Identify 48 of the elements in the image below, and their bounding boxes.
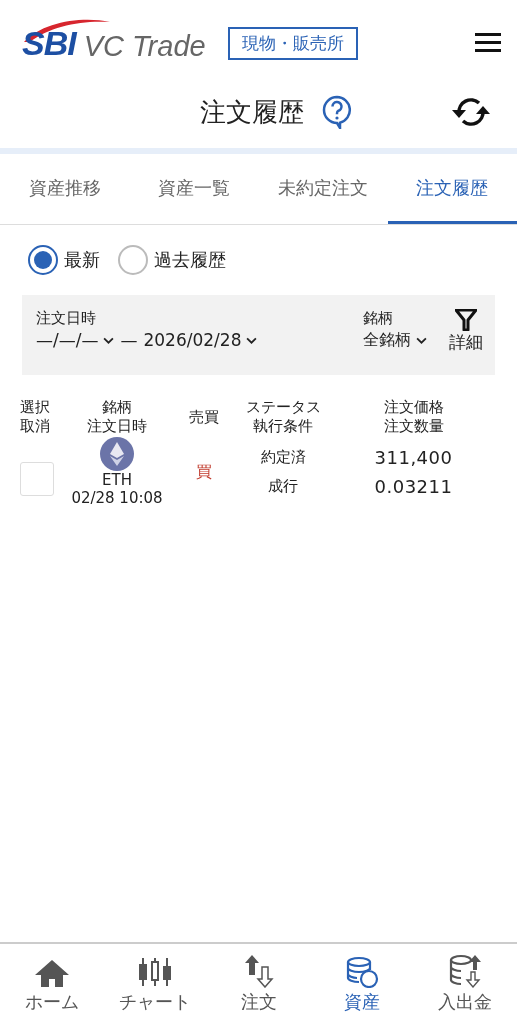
column-header: 選択 取消: [20, 397, 51, 437]
nav-item[interactable]: 入出金: [413, 944, 517, 1024]
column-header: 注文価格 注文数量: [382, 397, 445, 437]
help-icon[interactable]: [322, 95, 352, 129]
chevron-down-icon: [103, 336, 115, 344]
market-badge: 現物・販売所: [227, 26, 358, 60]
ethereum-coin-icon: [100, 437, 134, 471]
column-header: 売買: [188, 406, 220, 428]
cancel-checkbox[interactable]: [20, 462, 54, 496]
coins-icon: [344, 956, 379, 988]
date-label: 注文日時: [36, 309, 97, 328]
up-down-arrows-icon: [243, 954, 274, 988]
status-cell: 約定済: [260, 448, 306, 467]
tab[interactable]: 未約定注文: [258, 154, 388, 224]
quantity-cell: 0.03211: [374, 476, 453, 497]
tab[interactable]: 資産一覧: [129, 154, 259, 224]
detail-filter-button[interactable]: 詳細: [449, 309, 483, 354]
date-separator: —: [120, 330, 138, 350]
page-title: 注文履歴: [200, 95, 304, 129]
coins-arrows-icon: [448, 954, 483, 988]
chevron-down-icon: [246, 336, 258, 344]
condition-cell: 成行: [268, 477, 298, 496]
filter-icon: [455, 309, 477, 331]
tab[interactable]: 注文履歴: [387, 154, 517, 224]
symbol-cell: ETH: [102, 471, 132, 489]
nav-item[interactable]: 資産: [310, 944, 414, 1024]
logo-text: VC Trade: [83, 29, 206, 63]
column-header: ステータス 執行条件: [244, 397, 322, 437]
menu-icon[interactable]: [475, 33, 501, 53]
chevron-down-icon: [416, 337, 427, 344]
symbol-select[interactable]: 全銘柄: [363, 330, 427, 351]
symbol-label: 銘柄: [363, 309, 394, 328]
date-to-select[interactable]: 2026/02/28: [143, 330, 258, 350]
refresh-icon[interactable]: [451, 95, 491, 129]
period-radio[interactable]: 最新: [28, 245, 100, 275]
side-cell: 買: [196, 461, 212, 483]
nav-item[interactable]: チャート: [103, 944, 207, 1024]
tab[interactable]: 資産推移: [0, 154, 130, 224]
price-cell: 311,400: [374, 447, 453, 468]
logo-mark: SBI: [22, 23, 76, 63]
date-from-select[interactable]: —/—/—: [36, 330, 115, 350]
period-radio[interactable]: 過去履歴: [118, 245, 226, 275]
nav-item[interactable]: 注文: [206, 944, 311, 1024]
home-icon: [33, 958, 70, 988]
column-header: 銘柄 注文日時: [86, 397, 148, 437]
order-date-cell: 02/28 10:08: [71, 489, 163, 507]
nav-item[interactable]: ホーム: [0, 944, 104, 1024]
candlestick-icon: [137, 956, 174, 988]
